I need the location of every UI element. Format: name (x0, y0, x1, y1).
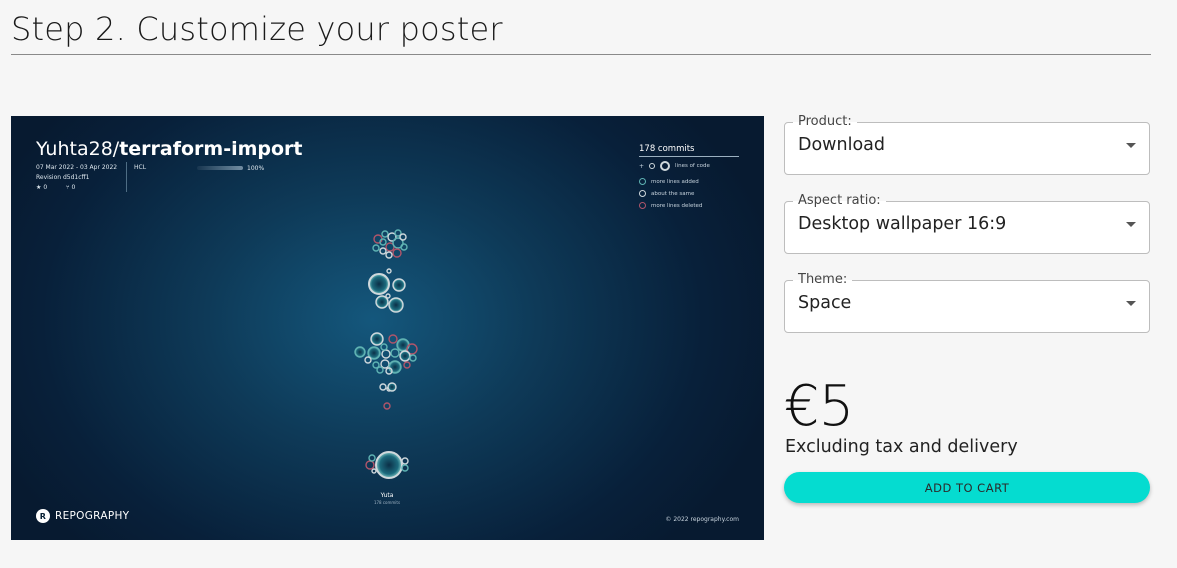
poster-preview: Yuhta28/terraform-import 07 Mar 2022 - 0… (11, 116, 764, 540)
page-heading: Step 2. Customize your poster (11, 10, 1151, 55)
product-value: Download (798, 135, 885, 155)
product-label: Product: (798, 114, 852, 129)
aspect-ratio-label: Aspect ratio: (798, 193, 881, 208)
aspect-ratio-value: Desktop wallpaper 16:9 (798, 214, 1007, 234)
add-to-cart-button[interactable]: ADD TO CART (784, 472, 1150, 503)
theme-value: Space (798, 293, 852, 313)
copyright: © 2022 repography.com (665, 516, 739, 523)
chevron-down-icon (1126, 222, 1136, 227)
author-name: Yuta (380, 492, 394, 499)
theme-select[interactable]: Theme: Space (784, 272, 1150, 333)
chevron-down-icon (1126, 301, 1136, 306)
repography-logo-icon: R (36, 509, 50, 523)
price-note: Excluding tax and delivery (785, 437, 1018, 457)
theme-label: Theme: (798, 272, 848, 287)
repography-brand: R REPOGRAPHY (36, 509, 129, 523)
aspect-ratio-select[interactable]: Aspect ratio: Desktop wallpaper 16:9 (784, 193, 1150, 254)
author-commits: 178 commits (373, 500, 401, 505)
price-amount: €5 (784, 374, 854, 439)
commit-bubbles (354, 229, 418, 479)
product-select[interactable]: Product: Download (784, 114, 1150, 175)
chevron-down-icon (1126, 143, 1136, 148)
